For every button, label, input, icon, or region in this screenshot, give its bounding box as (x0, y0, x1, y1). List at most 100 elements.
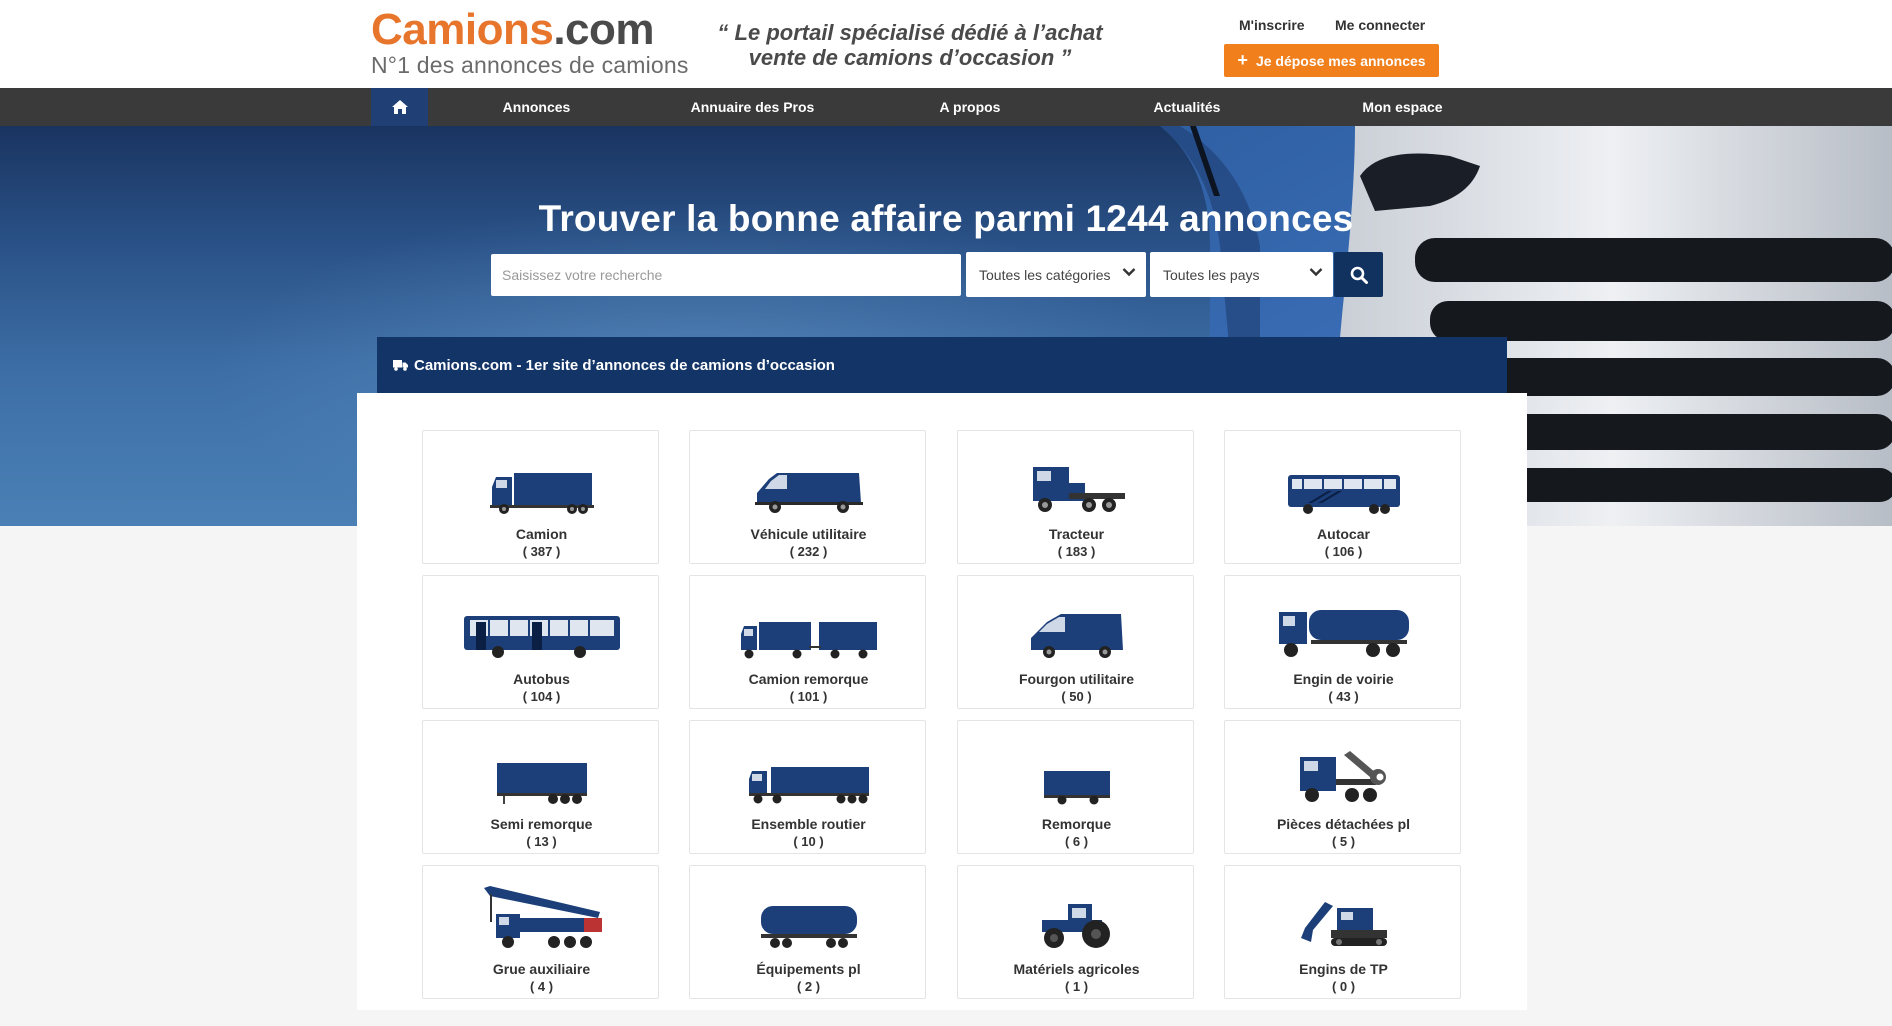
category-card-engins-de-tp[interactable]: Engins de TP ( 0 ) (1224, 865, 1461, 999)
tank-trailer-icon (760, 906, 857, 948)
category-name: Camion (515, 526, 568, 542)
nav-home-button[interactable] (371, 88, 428, 126)
category-name: Fourgon utilitaire (1018, 671, 1135, 687)
chevron-down-icon (1309, 268, 1323, 277)
logo-tld: .com (553, 5, 655, 54)
semi-trailer-icon (496, 763, 587, 804)
site-logo[interactable]: Camions.com N°1 des annonces de camions (371, 6, 689, 79)
category-card-materiels-agricoles[interactable]: Matériels agricoles ( 1 ) (957, 865, 1194, 999)
category-select-value: Toutes les catégories (979, 266, 1111, 283)
parts-wrench-icon (1299, 751, 1386, 802)
category-name: Grue auxiliaire (492, 961, 591, 977)
category-name: Équipements pl (756, 961, 861, 977)
nav-item-a-propos[interactable]: A propos (910, 88, 1030, 126)
category-count: ( 13 ) (526, 834, 557, 849)
category-card-grue-auxiliaire[interactable]: Grue auxiliaire ( 4 ) (422, 865, 659, 999)
category-card-ensemble-routier[interactable]: Ensemble routier ( 10 ) (689, 720, 926, 854)
slogan-line-2: vente de camions d’occasion ” (748, 45, 1072, 70)
category-count: ( 10 ) (793, 834, 824, 849)
category-name: Ensemble routier (751, 816, 866, 832)
category-name: Véhicule utilitaire (750, 526, 867, 542)
search-icon (1350, 266, 1368, 284)
truck-icon (393, 359, 408, 371)
home-icon (391, 100, 408, 114)
country-select[interactable]: Toutes les pays (1150, 252, 1333, 297)
search-input[interactable] (491, 254, 961, 296)
category-count: ( 43 ) (1328, 689, 1359, 704)
logo-tagline: N°1 des annonces de camions (371, 52, 689, 78)
category-card-autobus[interactable]: Autobus ( 104 ) (422, 575, 659, 709)
chevron-down-icon (1122, 268, 1136, 277)
search-button[interactable] (1334, 252, 1383, 297)
category-card-camion-remorque[interactable]: Camion remorque ( 101 ) (689, 575, 926, 709)
category-count: ( 50 ) (1061, 689, 1092, 704)
page: Camions.com N°1 des annonces de camions … (0, 0, 1892, 1026)
category-count: ( 1 ) (1064, 979, 1089, 994)
category-name: Autocar (1317, 526, 1370, 542)
nav-item-annuaire[interactable]: Annuaire des Pros (680, 88, 825, 126)
logo-wordmark: Camions.com (371, 6, 689, 54)
box-truck-icon (489, 473, 594, 514)
login-link[interactable]: Me connecter (1335, 17, 1425, 33)
cargo-van-icon (1030, 614, 1123, 658)
register-link[interactable]: M'inscrire (1239, 17, 1305, 33)
category-count: ( 104 ) (522, 689, 561, 704)
trailer-icon (1043, 771, 1110, 805)
excavator-icon (1300, 902, 1387, 946)
category-count: ( 232 ) (789, 544, 828, 559)
category-name: Autobus (513, 671, 570, 687)
site-slogan: “ Le portail spécialisé dédié à l’achat … (700, 20, 1120, 70)
category-card-fourgon-utilitaire[interactable]: Fourgon utilitaire ( 50 ) (957, 575, 1194, 709)
category-count: ( 106 ) (1324, 544, 1363, 559)
country-select-value: Toutes les pays (1163, 266, 1260, 283)
category-card-semi-remorque[interactable]: Semi remorque ( 13 ) (422, 720, 659, 854)
post-ad-button[interactable]: + Je dépose mes annonces (1224, 44, 1439, 77)
category-card-vehicule-utilitaire[interactable]: Véhicule utilitaire ( 232 ) (689, 430, 926, 564)
panel-title: Camions.com - 1er site d’annonces de cam… (414, 356, 835, 374)
category-card-autocar[interactable]: Autocar ( 106 ) (1224, 430, 1461, 564)
category-name: Matériels agricoles (1013, 961, 1140, 977)
crane-truck-icon (483, 886, 602, 948)
category-count: ( 5 ) (1331, 834, 1356, 849)
logo-brand: Camions (371, 5, 554, 54)
category-count: ( 4 ) (529, 979, 554, 994)
category-card-camion[interactable]: Camion ( 387 ) (422, 430, 659, 564)
post-ad-label: Je dépose mes annonces (1255, 52, 1426, 69)
category-count: ( 0 ) (1331, 979, 1356, 994)
hero-title: Trouver la bonne affaire parmi 1244 anno… (538, 198, 1354, 239)
coach-icon (1287, 475, 1400, 514)
category-name: Engins de TP (1299, 961, 1388, 977)
category-name: Camion remorque (748, 671, 869, 687)
category-name: Pièces détachées pl (1276, 816, 1411, 832)
site-header: Camions.com N°1 des annonces de camions … (0, 0, 1892, 88)
category-card-remorque[interactable]: Remorque ( 6 ) (957, 720, 1194, 854)
category-card-pieces-detachees[interactable]: Pièces détachées pl ( 5 ) (1224, 720, 1461, 854)
nav-item-annonces[interactable]: Annonces (474, 88, 599, 126)
category-card-equipements-pl[interactable]: Équipements pl ( 2 ) (689, 865, 926, 999)
road-train-icon (748, 767, 869, 804)
panel-header: Camions.com - 1er site d’annonces de cam… (377, 337, 1507, 393)
truck-trailer-icon (740, 622, 877, 659)
farm-tractor-icon (1041, 904, 1110, 948)
van-icon (754, 473, 863, 513)
category-count: ( 2 ) (796, 979, 821, 994)
category-count: ( 387 ) (522, 544, 561, 559)
category-card-tracteur[interactable]: Tracteur ( 183 ) (957, 430, 1194, 564)
category-grid: Camion ( 387 ) Véhicule utilitaire ( 232… (377, 393, 1507, 1010)
category-count: ( 183 ) (1057, 544, 1096, 559)
nav-item-mon-espace[interactable]: Mon espace (1340, 88, 1465, 126)
category-name: Tracteur (1048, 526, 1105, 542)
main-nav: Annonces Annuaire des Pros A propos Actu… (0, 88, 1892, 126)
slogan-line-1: “ Le portail spécialisé dédié à l’achat (717, 20, 1103, 45)
category-name: Engin de voirie (1293, 671, 1394, 687)
category-name: Semi remorque (490, 816, 593, 832)
city-bus-icon (463, 616, 620, 658)
category-card-engin-de-voirie[interactable]: Engin de voirie ( 43 ) (1224, 575, 1461, 709)
tractor-unit-icon (1032, 467, 1125, 512)
plus-icon: + (1237, 50, 1248, 70)
road-tanker-icon (1278, 610, 1409, 657)
category-name: Remorque (1041, 816, 1112, 832)
category-select[interactable]: Toutes les catégories (966, 252, 1146, 297)
nav-item-actualites[interactable]: Actualités (1126, 88, 1248, 126)
category-count: ( 101 ) (789, 689, 828, 704)
